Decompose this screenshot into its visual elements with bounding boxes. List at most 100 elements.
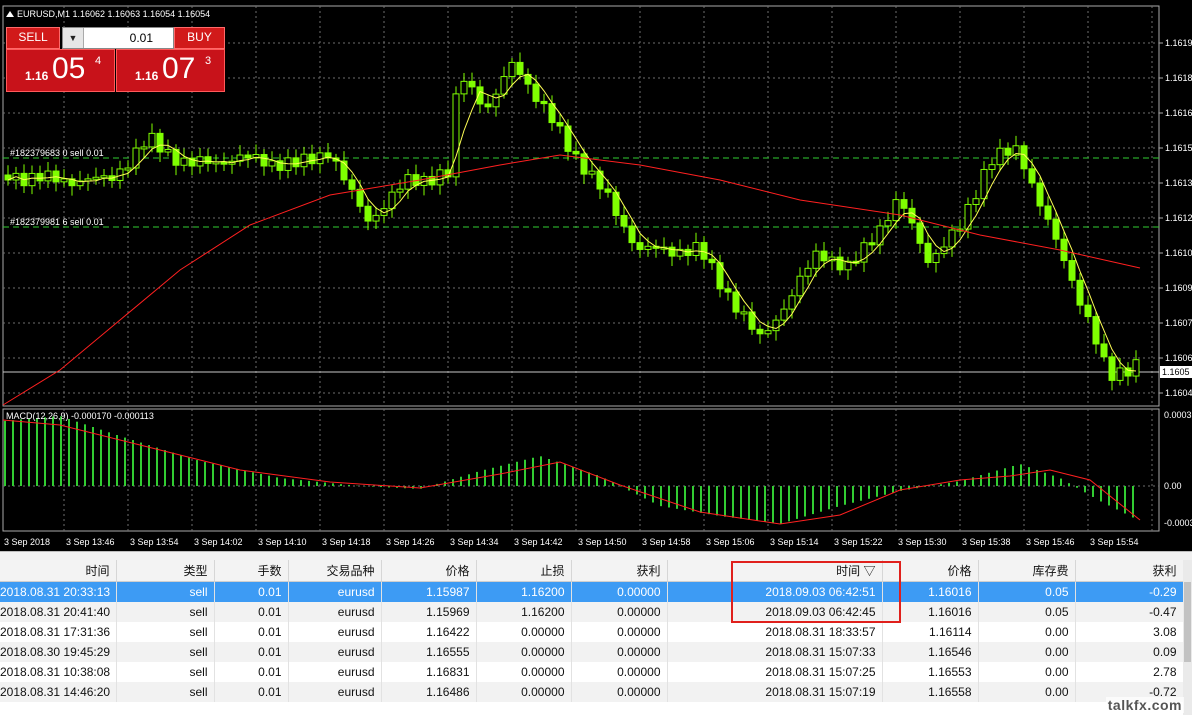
table-cell: 0.00000 xyxy=(571,682,668,702)
candle-body xyxy=(924,242,932,264)
candle-body xyxy=(1100,343,1108,358)
sell-button[interactable]: SELL xyxy=(6,27,60,49)
candle-body xyxy=(988,164,996,170)
table-row[interactable]: 2018.08.31 20:41:40 sell 0.01 eurusd 1.15969… xyxy=(0,602,1184,622)
candle-body xyxy=(372,214,380,222)
candle-body xyxy=(948,229,956,248)
table-cell: sell xyxy=(116,682,215,702)
column-header[interactable]: 价格 xyxy=(882,560,979,582)
table-cell: 2018.08.30 19:45:29 xyxy=(0,642,117,662)
order-label-2: #182379981 6 sell 0.01 xyxy=(10,217,104,227)
price-chart[interactable]: 1.1619 1.1618 1.1616 1.1615 1.1613 1.1612 1.16… xyxy=(0,0,1192,551)
table-cell: -0.29 xyxy=(1075,581,1184,602)
candle-body xyxy=(692,242,700,257)
table-row[interactable]: 2018.08.31 10:38:08 sell 0.01 eurusd 1.16831… xyxy=(0,662,1184,682)
column-header[interactable]: 库存费 xyxy=(978,560,1076,582)
column-header[interactable]: 获利 xyxy=(571,560,668,582)
macd-tick-label: 0.00 xyxy=(1164,481,1182,491)
column-header[interactable]: 价格 xyxy=(381,560,477,582)
buy-price-button[interactable]: 1.16 07 3 xyxy=(116,49,225,92)
time-tick-label: 3 Sep 14:58 xyxy=(642,537,691,547)
candle-body xyxy=(1052,218,1060,240)
column-header[interactable]: 交易品种 xyxy=(288,560,382,582)
column-header[interactable]: 时间 xyxy=(0,560,117,582)
candle-body xyxy=(556,122,564,127)
column-header[interactable]: 手数 xyxy=(214,560,289,582)
table-cell: 0.00000 xyxy=(571,581,668,602)
table-cell: 2018.08.31 15:07:19 xyxy=(667,682,883,702)
table-cell: 0.00 xyxy=(978,682,1076,702)
time-tick-label: 3 Sep 14:50 xyxy=(578,537,627,547)
time-tick-label: 3 Sep 14:02 xyxy=(194,537,243,547)
watermark: talkfx.com xyxy=(1105,697,1184,713)
lot-size-input[interactable] xyxy=(85,29,155,47)
table-cell: 0.01 xyxy=(214,602,289,622)
time-tick-label: 3 Sep 15:38 xyxy=(962,537,1011,547)
table-cell: 0.00 xyxy=(978,642,1076,662)
lot-size-field[interactable]: ▼ xyxy=(62,27,174,49)
table-cell: 1.15969 xyxy=(381,602,477,622)
candle-body xyxy=(516,61,524,75)
candle-body xyxy=(356,188,364,207)
candle-body xyxy=(1092,316,1100,345)
buy-button[interactable]: BUY xyxy=(174,27,225,49)
table-row[interactable]: 2018.08.31 20:33:13 sell 0.01 eurusd 1.15987… xyxy=(0,581,1184,602)
time-tick-label: 3 Sep 14:42 xyxy=(514,537,563,547)
time-tick-label: 3 Sep 15:54 xyxy=(1090,537,1139,547)
triangle-up-icon xyxy=(6,11,14,17)
candle-body xyxy=(980,168,988,200)
time-tick-label: 3 Sep 15:30 xyxy=(898,537,947,547)
macd-label: MACD(12,26,9) -0.000170 -0.000113 xyxy=(6,411,154,421)
table-cell: 0.00 xyxy=(978,622,1076,642)
candle-body xyxy=(44,170,52,182)
candle-body xyxy=(532,83,540,102)
candle-body xyxy=(204,156,212,164)
table-cell: 1.16558 xyxy=(882,682,979,702)
candle-body xyxy=(468,80,476,88)
candle-body xyxy=(620,214,628,227)
scrollbar[interactable] xyxy=(1183,560,1192,715)
candle-body xyxy=(708,258,716,264)
table-cell: 1.15987 xyxy=(381,581,477,602)
chevron-down-icon[interactable]: ▼ xyxy=(63,28,84,48)
column-header[interactable]: 获利 xyxy=(1075,560,1184,582)
column-header[interactable]: 止损 xyxy=(476,560,572,582)
table-row[interactable]: 2018.08.31 14:46:20 sell 0.01 eurusd 1.16486… xyxy=(0,682,1184,702)
time-tick-label: 3 Sep 14:10 xyxy=(258,537,307,547)
column-header[interactable]: 时间 ▽ xyxy=(667,560,883,582)
candle-body xyxy=(764,330,772,335)
time-tick-label: 3 Sep 15:22 xyxy=(834,537,883,547)
candle-body xyxy=(340,160,348,181)
table-cell: 0.00000 xyxy=(571,622,668,642)
table-cell: 2018.08.31 14:46:20 xyxy=(0,682,117,702)
buy-price-fraction: 3 xyxy=(205,55,212,67)
price-tick-label: 1.1612 xyxy=(1165,213,1192,223)
order-label-1: #182379683 0 sell 0.01 xyxy=(10,148,104,158)
candle-body xyxy=(92,176,100,180)
table-row[interactable]: 2018.08.31 17:31:36 sell 0.01 eurusd 1.16422… xyxy=(0,622,1184,642)
macd-tick-label: 0.00031 xyxy=(1164,410,1192,420)
candle-body xyxy=(308,153,316,165)
candle-body xyxy=(348,179,356,190)
candle-body xyxy=(260,154,268,167)
candle-body xyxy=(316,152,324,165)
table-cell: 1.16546 xyxy=(882,642,979,662)
candle-body xyxy=(436,169,444,186)
time-tick-label: 3 Sep 14:34 xyxy=(450,537,499,547)
candle-body xyxy=(492,93,500,108)
candle-body xyxy=(900,199,908,209)
one-click-trading-panel: SELL ▼ BUY 1.16 05 4 1.16 07 3 xyxy=(6,27,225,92)
candle-body xyxy=(700,242,708,260)
table-cell: 0.00000 xyxy=(476,662,572,682)
price-tick-label: 1.1616 xyxy=(1165,108,1192,118)
column-header[interactable]: 类型 xyxy=(116,560,215,582)
price-tick-label: 1.1619 xyxy=(1165,38,1192,48)
candle-body xyxy=(636,242,644,250)
candle-body xyxy=(580,153,588,175)
sell-price-button[interactable]: 1.16 05 4 xyxy=(6,49,115,92)
table-row[interactable]: 2018.08.30 19:45:29 sell 0.01 eurusd 1.16555… xyxy=(0,642,1184,662)
scrollbar-thumb[interactable] xyxy=(1184,582,1191,662)
candle-body xyxy=(60,178,68,183)
candle-body xyxy=(500,76,508,95)
candle-body xyxy=(772,319,780,332)
